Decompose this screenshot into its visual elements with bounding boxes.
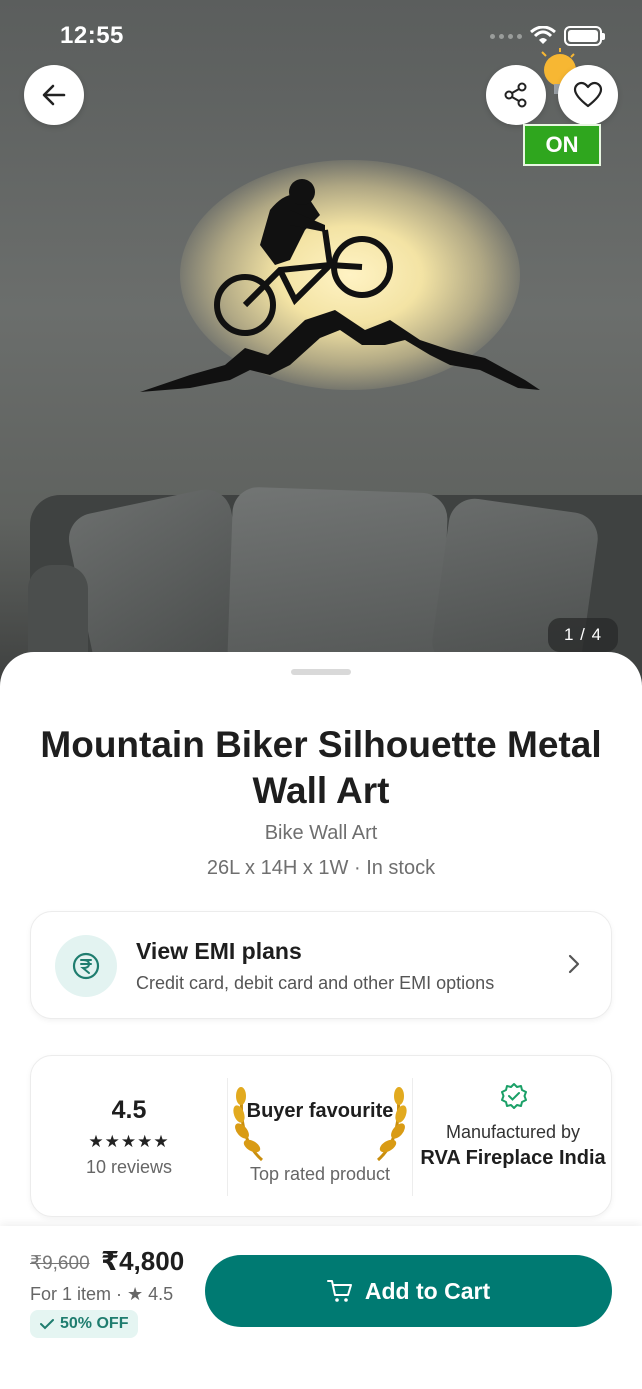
- manufacturer-name: RVA Fireplace India: [420, 1147, 606, 1169]
- purchase-bar: ₹9,600 ₹4,800 For 1 item · ★ 4.5 50% OFF…: [0, 1226, 642, 1389]
- product-title: Mountain Biker Silhouette Metal Wall Art: [40, 724, 602, 811]
- image-counter: 1 / 4: [548, 618, 618, 652]
- battery-icon: [564, 26, 605, 46]
- discount-badge: 50% OFF: [30, 1310, 139, 1338]
- drag-handle[interactable]: [291, 669, 351, 675]
- biker-silhouette-art: [140, 179, 540, 392]
- product-image[interactable]: [0, 0, 642, 690]
- emi-subtitle: Credit card, debit card and other EMI op…: [136, 973, 495, 993]
- emi-plans-card[interactable]: View EMI plans Credit card, debit card a…: [30, 911, 612, 1019]
- buyer-favourite-badge: Buyer favourite Top rated product: [227, 1078, 413, 1196]
- back-button[interactable]: [24, 65, 84, 125]
- product-dimensions: 26L x 14H x 1W · In stock: [206, 857, 436, 879]
- manufacturer-label: Manufactured by: [445, 1122, 581, 1142]
- cart-icon: [326, 1280, 352, 1302]
- heart-icon: [573, 81, 603, 108]
- share-button[interactable]: [486, 65, 546, 125]
- status-time: 12:55: [60, 22, 124, 49]
- verified-icon: [501, 1083, 527, 1109]
- rating-stars: ★★★★★: [88, 1132, 170, 1151]
- product-stats-card: 4.5 ★★★★★ 10 reviews Buyer favourite Top…: [30, 1055, 612, 1217]
- share-icon: [504, 82, 527, 108]
- chevron-right-icon: [568, 954, 580, 974]
- status-icons: [490, 26, 605, 46]
- product-category: Bike Wall Art: [264, 822, 378, 844]
- manufacturer-info: Manufactured by RVA Fireplace India: [413, 1056, 613, 1218]
- rupee-icon: [55, 935, 117, 997]
- price-per-item: For 1 item · ★ 4.5: [30, 1284, 174, 1304]
- laurel-icon: [233, 1087, 264, 1162]
- emi-title: View EMI plans: [136, 938, 302, 964]
- add-to-cart-label: Add to Cart: [364, 1277, 491, 1304]
- wifi-icon: [530, 26, 556, 44]
- original-price: ₹9,600: [30, 1253, 90, 1274]
- check-icon: [40, 1319, 54, 1330]
- wishlist-button[interactable]: [558, 65, 618, 125]
- signal-icon: [490, 33, 522, 39]
- sale-price: ₹4,800: [101, 1246, 185, 1276]
- rating-summary[interactable]: 4.5 ★★★★★ 10 reviews: [31, 1056, 227, 1218]
- review-count: 10 reviews: [85, 1157, 173, 1177]
- back-arrow-icon: [42, 84, 66, 106]
- light-on-badge: ON: [523, 124, 601, 166]
- discount-text: 50% OFF: [60, 1315, 129, 1332]
- badge-subtitle: Top rated product: [249, 1164, 391, 1184]
- rating-value: 4.5: [111, 1096, 147, 1124]
- add-to-cart-button[interactable]: Add to Cart: [205, 1255, 612, 1327]
- laurel-icon: [376, 1087, 407, 1162]
